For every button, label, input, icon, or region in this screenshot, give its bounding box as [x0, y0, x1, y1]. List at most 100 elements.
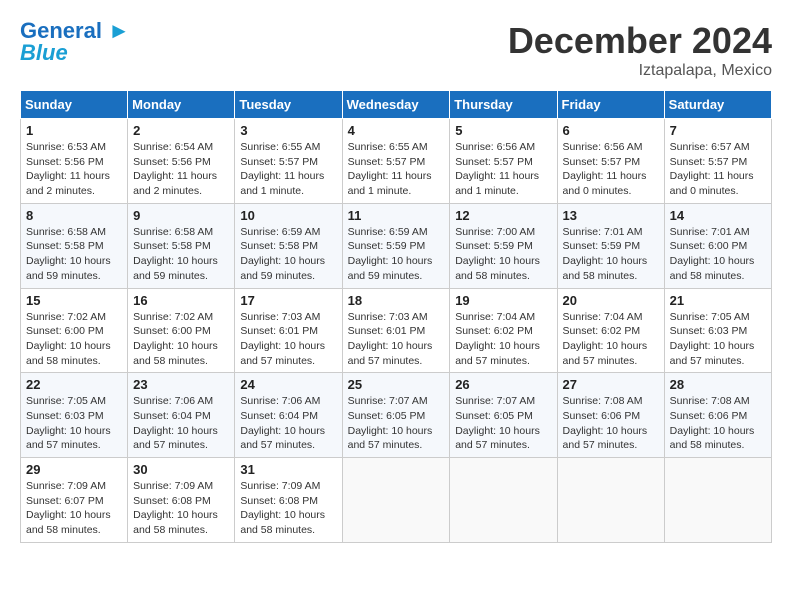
- calendar-day-cell: 25 Sunrise: 7:07 AMSunset: 6:05 PMDayligh…: [342, 373, 450, 458]
- day-number: 19: [455, 293, 551, 308]
- day-number: 24: [240, 377, 336, 392]
- day-info: Sunrise: 6:58 AMSunset: 5:58 PMDaylight:…: [26, 225, 122, 284]
- day-info: Sunrise: 6:56 AMSunset: 5:57 PMDaylight:…: [455, 140, 551, 199]
- calendar-day-cell: 18 Sunrise: 7:03 AMSunset: 6:01 PMDayligh…: [342, 288, 450, 373]
- calendar-day-cell: 26Sunrise: 7:07 AMSunset: 6:05 PMDayligh…: [450, 373, 557, 458]
- calendar-day-cell: 15 Sunrise: 7:02 AMSunset: 6:00 PMDayligh…: [21, 288, 128, 373]
- day-info: Sunrise: 6:58 AMSunset: 5:58 PMDaylight:…: [133, 225, 229, 284]
- calendar-day-cell: 19 Sunrise: 7:04 AMSunset: 6:02 PMDayligh…: [450, 288, 557, 373]
- day-info: Sunrise: 7:09 AMSunset: 6:08 PMDaylight:…: [240, 479, 336, 538]
- calendar-day-cell: 20 Sunrise: 7:04 AMSunset: 6:02 PMDayligh…: [557, 288, 664, 373]
- day-info: Sunrise: 7:03 AMSunset: 6:01 PMDaylight:…: [348, 310, 445, 369]
- day-number: 31: [240, 462, 336, 477]
- calendar-day-cell: 11Sunrise: 6:59 AMSunset: 5:59 PMDayligh…: [342, 203, 450, 288]
- day-info: Sunrise: 6:55 AMSunset: 5:57 PMDaylight:…: [240, 140, 336, 199]
- day-info: Sunrise: 6:55 AMSunset: 5:57 PMDaylight:…: [348, 140, 445, 199]
- day-number: 8: [26, 208, 122, 223]
- day-info: Sunrise: 6:56 AMSunset: 5:57 PMDaylight:…: [563, 140, 659, 199]
- month-title: December 2024: [508, 20, 772, 62]
- calendar-day-cell: 27 Sunrise: 7:08 AMSunset: 6:06 PMDayligh…: [557, 373, 664, 458]
- day-number: 18: [348, 293, 445, 308]
- day-info: Sunrise: 7:08 AMSunset: 6:06 PMDaylight:…: [563, 394, 659, 453]
- day-info: Sunrise: 7:02 AMSunset: 6:00 PMDaylight:…: [26, 310, 122, 369]
- calendar-day-cell: 7 Sunrise: 6:57 AMSunset: 5:57 PMDaylight…: [664, 119, 771, 204]
- calendar-day-cell: [664, 458, 771, 543]
- day-number: 22: [26, 377, 122, 392]
- day-number: 15: [26, 293, 122, 308]
- calendar-day-cell: [450, 458, 557, 543]
- day-number: 3: [240, 123, 336, 138]
- calendar-day-cell: 14 Sunrise: 7:01 AMSunset: 6:00 PMDayligh…: [664, 203, 771, 288]
- calendar-day-cell: 8 Sunrise: 6:58 AMSunset: 5:58 PMDaylight…: [21, 203, 128, 288]
- day-info: Sunrise: 7:01 AMSunset: 5:59 PMDaylight:…: [563, 225, 659, 284]
- day-info: Sunrise: 6:59 AMSunset: 5:59 PMDaylight:…: [348, 225, 445, 284]
- day-number: 10: [240, 208, 336, 223]
- title-block: December 2024 Iztapalapa, Mexico: [508, 20, 772, 80]
- day-info: Sunrise: 7:04 AMSunset: 6:02 PMDaylight:…: [455, 310, 551, 369]
- logo: General ► Blue: [20, 20, 130, 65]
- calendar-day-cell: 23Sunrise: 7:06 AMSunset: 6:04 PMDayligh…: [128, 373, 235, 458]
- calendar-day-cell: 13 Sunrise: 7:01 AMSunset: 5:59 PMDayligh…: [557, 203, 664, 288]
- weekday-header: Thursday: [450, 91, 557, 119]
- day-info: Sunrise: 7:01 AMSunset: 6:00 PMDaylight:…: [670, 225, 766, 284]
- calendar-day-cell: 22Sunrise: 7:05 AMSunset: 6:03 PMDayligh…: [21, 373, 128, 458]
- weekday-header: Tuesday: [235, 91, 342, 119]
- calendar-table: SundayMondayTuesdayWednesdayThursdayFrid…: [20, 90, 772, 543]
- calendar-day-cell: 1Sunrise: 6:53 AMSunset: 5:56 PMDaylight…: [21, 119, 128, 204]
- calendar-week-row: 22Sunrise: 7:05 AMSunset: 6:03 PMDayligh…: [21, 373, 772, 458]
- day-number: 7: [670, 123, 766, 138]
- day-info: Sunrise: 7:00 AMSunset: 5:59 PMDaylight:…: [455, 225, 551, 284]
- logo-blue: Blue: [20, 40, 68, 65]
- weekday-header: Monday: [128, 91, 235, 119]
- day-number: 25: [348, 377, 445, 392]
- day-info: Sunrise: 7:08 AMSunset: 6:06 PMDaylight:…: [670, 394, 766, 453]
- calendar-day-cell: 30Sunrise: 7:09 AMSunset: 6:08 PMDayligh…: [128, 458, 235, 543]
- calendar-day-cell: 3 Sunrise: 6:55 AMSunset: 5:57 PMDaylight…: [235, 119, 342, 204]
- day-number: 28: [670, 377, 766, 392]
- day-number: 21: [670, 293, 766, 308]
- day-info: Sunrise: 7:03 AMSunset: 6:01 PMDaylight:…: [240, 310, 336, 369]
- calendar-header-row: SundayMondayTuesdayWednesdayThursdayFrid…: [21, 91, 772, 119]
- calendar-day-cell: 9Sunrise: 6:58 AMSunset: 5:58 PMDaylight…: [128, 203, 235, 288]
- day-info: Sunrise: 6:59 AMSunset: 5:58 PMDaylight:…: [240, 225, 336, 284]
- logo-text: General ►: [20, 20, 130, 42]
- day-info: Sunrise: 7:09 AMSunset: 6:07 PMDaylight:…: [26, 479, 122, 538]
- day-info: Sunrise: 7:05 AMSunset: 6:03 PMDaylight:…: [670, 310, 766, 369]
- day-info: Sunrise: 7:04 AMSunset: 6:02 PMDaylight:…: [563, 310, 659, 369]
- calendar-day-cell: 6Sunrise: 6:56 AMSunset: 5:57 PMDaylight…: [557, 119, 664, 204]
- day-info: Sunrise: 7:07 AMSunset: 6:05 PMDaylight:…: [455, 394, 551, 453]
- day-info: Sunrise: 7:07 AMSunset: 6:05 PMDaylight:…: [348, 394, 445, 453]
- calendar-day-cell: 29 Sunrise: 7:09 AMSunset: 6:07 PMDayligh…: [21, 458, 128, 543]
- calendar-day-cell: 5 Sunrise: 6:56 AMSunset: 5:57 PMDaylight…: [450, 119, 557, 204]
- calendar-day-cell: 31 Sunrise: 7:09 AMSunset: 6:08 PMDayligh…: [235, 458, 342, 543]
- calendar-day-cell: 12 Sunrise: 7:00 AMSunset: 5:59 PMDayligh…: [450, 203, 557, 288]
- day-number: 13: [563, 208, 659, 223]
- day-number: 14: [670, 208, 766, 223]
- calendar-day-cell: 21 Sunrise: 7:05 AMSunset: 6:03 PMDayligh…: [664, 288, 771, 373]
- day-number: 30: [133, 462, 229, 477]
- calendar-week-row: 1Sunrise: 6:53 AMSunset: 5:56 PMDaylight…: [21, 119, 772, 204]
- weekday-header: Wednesday: [342, 91, 450, 119]
- weekday-header: Friday: [557, 91, 664, 119]
- calendar-day-cell: 4 Sunrise: 6:55 AMSunset: 5:57 PMDaylight…: [342, 119, 450, 204]
- day-number: 23: [133, 377, 229, 392]
- day-info: Sunrise: 6:57 AMSunset: 5:57 PMDaylight:…: [670, 140, 766, 199]
- day-number: 16: [133, 293, 229, 308]
- calendar-body: 1Sunrise: 6:53 AMSunset: 5:56 PMDaylight…: [21, 119, 772, 543]
- day-number: 12: [455, 208, 551, 223]
- calendar-day-cell: [557, 458, 664, 543]
- calendar-day-cell: [342, 458, 450, 543]
- calendar-week-row: 8 Sunrise: 6:58 AMSunset: 5:58 PMDaylight…: [21, 203, 772, 288]
- calendar-day-cell: 10 Sunrise: 6:59 AMSunset: 5:58 PMDayligh…: [235, 203, 342, 288]
- calendar-week-row: 15 Sunrise: 7:02 AMSunset: 6:00 PMDayligh…: [21, 288, 772, 373]
- day-number: 27: [563, 377, 659, 392]
- day-number: 4: [348, 123, 445, 138]
- day-number: 2: [133, 123, 229, 138]
- day-number: 1: [26, 123, 122, 138]
- day-number: 20: [563, 293, 659, 308]
- calendar-day-cell: 28 Sunrise: 7:08 AMSunset: 6:06 PMDayligh…: [664, 373, 771, 458]
- day-info: Sunrise: 7:02 AMSunset: 6:00 PMDaylight:…: [133, 310, 229, 369]
- day-number: 29: [26, 462, 122, 477]
- day-number: 5: [455, 123, 551, 138]
- day-info: Sunrise: 7:06 AMSunset: 6:04 PMDaylight:…: [240, 394, 336, 453]
